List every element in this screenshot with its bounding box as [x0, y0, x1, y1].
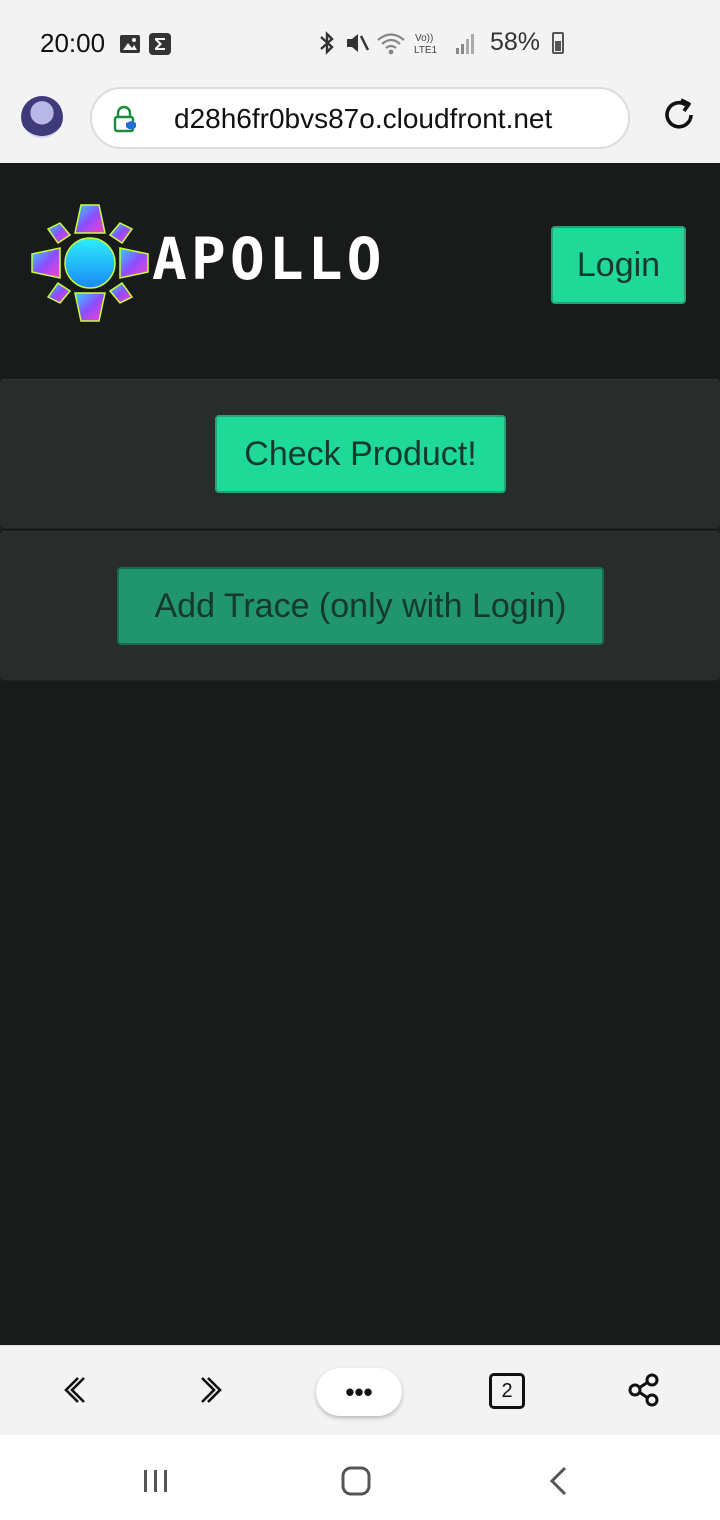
- home-icon[interactable]: [338, 1463, 374, 1499]
- status-time: 20:00: [40, 28, 106, 58]
- svg-text:LTE1: LTE1: [414, 45, 438, 56]
- recent-apps-icon[interactable]: [138, 1463, 174, 1499]
- sigma-icon: [149, 33, 171, 55]
- lock-icon[interactable]: [112, 105, 136, 133]
- reload-icon[interactable]: [660, 96, 698, 134]
- forward-icon[interactable]: [194, 1372, 230, 1408]
- bluetooth-icon: [320, 30, 334, 55]
- mute-icon: [347, 33, 370, 52]
- browser-toolbar: ••• 2: [0, 1345, 720, 1435]
- browser-address-bar: d28h6fr0bvs87o.cloudfront.net: [0, 84, 720, 163]
- logo-wordmark[interactable]: APOLLO: [152, 225, 386, 293]
- status-bar: 20:00 Vo)) LTE1 58%: [0, 0, 720, 84]
- signal-icon: [456, 33, 474, 54]
- url-field[interactable]: d28h6fr0bvs87o.cloudfront.net: [90, 87, 630, 149]
- volte-icon: Vo)) LTE1: [414, 33, 438, 56]
- back-icon[interactable]: [56, 1372, 92, 1408]
- battery-percent: 58%: [490, 28, 541, 56]
- add-trace-button[interactable]: Add Trace (only with Login): [117, 567, 604, 645]
- add-trace-card: Add Trace (only with Login): [0, 531, 720, 681]
- wifi-icon: [377, 32, 405, 54]
- menu-button[interactable]: •••: [316, 1368, 402, 1416]
- share-icon[interactable]: [626, 1372, 662, 1408]
- login-button[interactable]: Login: [551, 226, 686, 304]
- site-header: APOLLO Login: [0, 163, 720, 349]
- gallery-icon: [120, 35, 140, 53]
- status-icons: Vo)) LTE1 58%: [316, 28, 565, 57]
- system-back-icon[interactable]: [541, 1463, 577, 1499]
- profile-avatar[interactable]: [21, 96, 63, 138]
- tabs-button[interactable]: 2: [489, 1373, 525, 1409]
- svg-text:Vo)): Vo)): [415, 33, 433, 44]
- battery-icon: [552, 31, 565, 54]
- check-product-card: Check Product!: [0, 379, 720, 529]
- system-nav-bar: [0, 1435, 720, 1520]
- check-product-button[interactable]: Check Product!: [215, 415, 506, 493]
- url-text[interactable]: d28h6fr0bvs87o.cloudfront.net: [174, 103, 552, 135]
- web-page: APOLLO Login Check Product! Add Trace (o…: [0, 163, 720, 1345]
- apollo-logo-icon[interactable]: [30, 203, 150, 323]
